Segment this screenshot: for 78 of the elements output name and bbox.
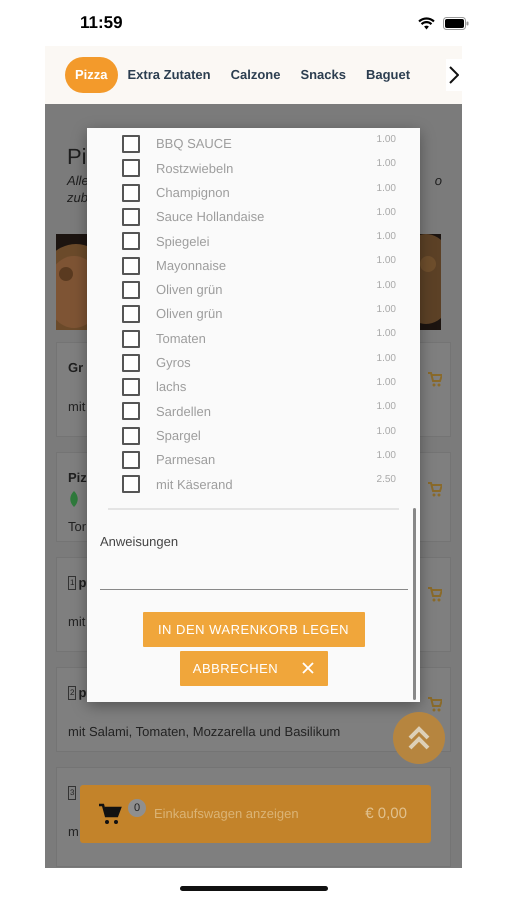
option-price: 1.00 [376, 230, 396, 244]
checkbox[interactable] [122, 159, 140, 178]
category-tab[interactable]: Extra Zutaten [118, 57, 221, 93]
wifi-icon [418, 16, 435, 30]
option-label: lachs [156, 378, 186, 396]
close-icon [302, 662, 314, 674]
cart-bar[interactable]: 0 Einkaufswagen anzeigen € 0,00 [80, 785, 431, 843]
checkbox[interactable] [122, 426, 140, 445]
intro-text: Alle [67, 172, 89, 189]
option-label: Oliven grün [156, 305, 222, 324]
checkbox[interactable] [122, 280, 140, 299]
option-label: Tomaten [156, 330, 206, 348]
checkbox[interactable] [122, 330, 140, 348]
option-label: Sauce Hollandaise [156, 208, 264, 226]
checkbox[interactable] [122, 256, 140, 275]
cart-total: € 0,00 [365, 804, 407, 824]
page-heading: Pi [67, 143, 87, 171]
option-price: 1.00 [376, 254, 396, 268]
product-title: p [78, 574, 86, 592]
intro-text: zub [67, 189, 89, 206]
option-price: 1.00 [376, 400, 396, 414]
product-description: Tor [68, 518, 86, 536]
checkbox[interactable] [122, 402, 140, 420]
option-price: 1.00 [376, 278, 396, 293]
option-label: Oliven grün [156, 281, 222, 300]
option-label: Rostzwiebeln [156, 160, 234, 178]
checkbox[interactable] [122, 208, 140, 226]
product-title: Piz [68, 469, 87, 488]
option-price: 1.00 [376, 448, 396, 463]
checkbox[interactable] [122, 378, 140, 396]
option-price: 1.00 [376, 327, 396, 342]
product-description: mit [68, 613, 86, 631]
checkbox[interactable] [122, 232, 140, 250]
checkbox[interactable] [122, 354, 140, 372]
option-label: BBQ SAUCE [156, 135, 232, 154]
checkbox[interactable] [122, 184, 140, 202]
option-price: 1.00 [376, 424, 396, 439]
option-price: 1.00 [376, 157, 396, 172]
category-tab[interactable]: Snacks [290, 57, 356, 93]
battery-icon [443, 16, 469, 30]
cart-icon [98, 802, 122, 826]
intro-text: o [434, 172, 442, 190]
product-title: p [78, 684, 86, 702]
option-label: mit Käserand [156, 476, 233, 494]
option-price: 1.00 [376, 133, 396, 147]
option-label: Mayonnaise [156, 256, 226, 275]
checkbox[interactable] [122, 475, 140, 494]
product-description: mit [68, 398, 86, 416]
product-title: Gr [68, 359, 84, 378]
item-number: 1 [68, 576, 76, 590]
product-description: mit Salami, Tomaten, Mozzarella und Basilikum [68, 723, 340, 741]
category-tab[interactable]: Calzone [220, 57, 290, 93]
double-chevron-up-icon [406, 725, 432, 751]
product-description: m [68, 823, 79, 841]
option-label: Gyros [156, 354, 191, 372]
field-label: Anweisungen [100, 533, 178, 552]
option-price: 1.00 [376, 376, 396, 390]
option-price: 2.50 [376, 473, 396, 488]
option-label: Spiegelei [156, 232, 210, 251]
checkbox[interactable] [122, 135, 140, 154]
category-tab[interactable]: Baguet [356, 57, 420, 93]
item-number: 2 [68, 686, 76, 700]
option-price: 1.00 [376, 303, 396, 318]
option-label: Parmesan [156, 451, 216, 470]
item-number: 3 [68, 786, 76, 800]
option-label: Champignon [156, 184, 230, 202]
next-tab-button[interactable] [446, 59, 462, 91]
option-price: 1.00 [376, 206, 396, 220]
option-price: 1.00 [376, 182, 396, 196]
cart-count-badge: 0 [128, 798, 146, 817]
cart-label: Einkaufswagen anzeigen [154, 805, 299, 824]
chevron-right-icon [449, 66, 459, 84]
option-price: 1.00 [376, 352, 396, 366]
option-label: Sardellen [156, 402, 211, 421]
option-label: Spargel [156, 426, 201, 445]
status-time: 11:59 [80, 12, 123, 34]
checkbox[interactable] [122, 305, 140, 324]
checkbox[interactable] [122, 451, 140, 469]
